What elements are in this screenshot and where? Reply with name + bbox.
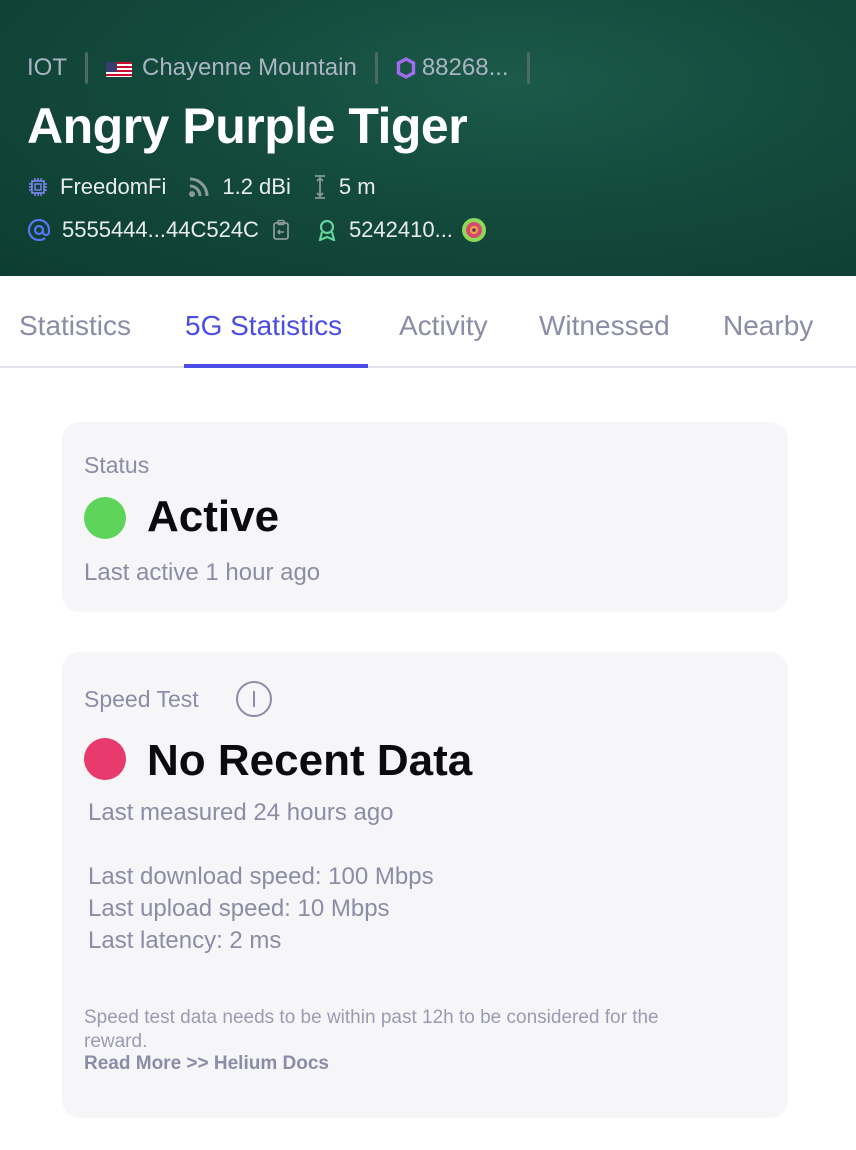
speed-test-card: Speed Test No Recent Data Last measured … xyxy=(62,652,788,1118)
tab-nearby[interactable]: Nearby xyxy=(723,310,813,342)
status-label: Status xyxy=(84,452,150,478)
signal-icon xyxy=(189,177,209,197)
info-icon[interactable] xyxy=(236,681,272,717)
antenna-gain: 1.2 dBi xyxy=(222,174,291,199)
hex-link[interactable]: 88268... xyxy=(396,54,509,82)
read-more-link[interactable]: Read More >> Helium Docs xyxy=(84,1053,329,1075)
hex-id: 88268... xyxy=(421,54,509,81)
maker-label: FreedomFi xyxy=(60,174,167,199)
at-icon xyxy=(28,219,50,241)
tab-activity[interactable]: Activity xyxy=(399,310,488,342)
tab-statistics[interactable]: Statistics xyxy=(19,310,131,342)
divider xyxy=(526,52,530,84)
copy-icon[interactable] xyxy=(271,219,291,241)
tab-bar: Statistics 5G Statistics Activity Witnes… xyxy=(0,276,856,368)
speed-test-note: Speed test data needs to be within past … xyxy=(84,1007,659,1052)
specs-row: FreedomFi 1.2 dBi 5 m xyxy=(28,172,398,202)
divider xyxy=(374,52,378,84)
speed-indicator-dot xyxy=(84,738,126,780)
speed-test-value: No Recent Data xyxy=(147,736,473,785)
last-latency: Last latency: 2 ms xyxy=(88,927,282,954)
status-value: Active xyxy=(147,492,280,541)
antenna-item: 1.2 dBi xyxy=(188,174,291,200)
elevation-icon xyxy=(314,175,325,199)
hexagon-icon xyxy=(396,57,416,79)
tab-5g-statistics[interactable]: 5G Statistics xyxy=(185,310,342,342)
owner-address: 5242410... xyxy=(348,217,453,242)
avatar-icon xyxy=(461,218,486,242)
hotspot-name: Angry Purple Tiger xyxy=(27,98,468,154)
active-tab-indicator xyxy=(184,364,368,368)
chip-icon xyxy=(29,178,47,196)
tab-witnessed[interactable]: Witnessed xyxy=(539,310,670,342)
elevation-label: 5 m xyxy=(338,174,376,199)
meta-row: IOT Chayenne Mountain 88268... xyxy=(27,50,548,86)
hotspot-address: 5555444...44C524C xyxy=(62,217,259,242)
status-indicator-dot xyxy=(84,497,126,539)
us-flag-icon xyxy=(106,59,132,77)
address-row: 5555444...44C524C 5242410... xyxy=(28,214,499,246)
last-measured: Last measured 24 hours ago xyxy=(88,799,394,826)
hotspot-header: IOT Chayenne Mountain 88268... Angry Pur… xyxy=(0,0,856,276)
last-upload-speed: Last upload speed: 10 Mbps xyxy=(88,895,390,922)
owner-item[interactable]: 5242410... xyxy=(317,217,499,243)
status-card: Status Active Last active 1 hour ago xyxy=(62,422,788,612)
divider xyxy=(85,52,88,84)
network-label: IOT xyxy=(27,54,67,81)
location-label: Chayenne Mountain xyxy=(142,54,357,81)
address-item: 5555444...44C524C xyxy=(28,217,317,243)
last-download-speed: Last download speed: 100 Mbps xyxy=(88,863,434,890)
status-detail: Last active 1 hour ago xyxy=(84,559,321,586)
elevation-item: 5 m xyxy=(313,174,376,200)
maker-item: FreedomFi xyxy=(28,174,166,200)
user-badge-icon xyxy=(318,219,336,241)
location-link[interactable]: Chayenne Mountain xyxy=(106,54,357,82)
speed-test-label: Speed Test xyxy=(84,686,199,712)
